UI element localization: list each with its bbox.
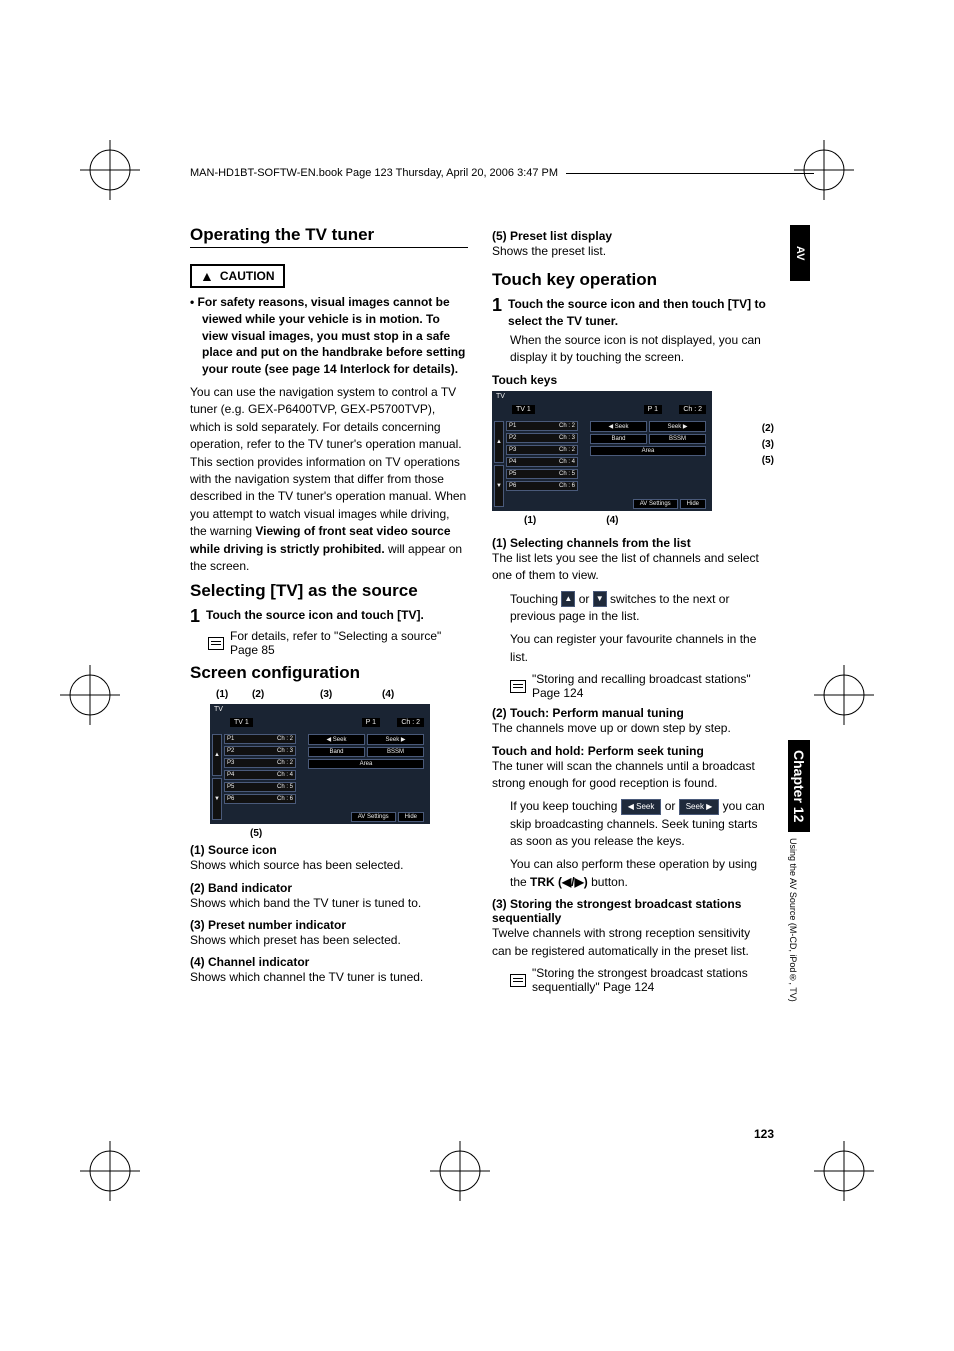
reference-link: "Storing the strongest broadcast station…	[492, 966, 770, 994]
heading-screen-config: Screen configuration	[190, 663, 468, 683]
tv-screen-mock: TV TV 1 P 1 Ch : 2 ▲▼ P1Ch : 2P2Ch : 3P3…	[210, 704, 430, 824]
side-tab-av: AV	[790, 225, 810, 281]
crop-mark	[60, 665, 120, 725]
reference-link: For details, refer to "Selecting a sourc…	[190, 629, 468, 657]
crop-mark	[814, 665, 874, 725]
figure-labels-bottom: (1) (4)	[492, 515, 742, 526]
step-1-right: 1 Touch the source icon and then touch […	[492, 296, 770, 330]
item-5-heading: (5) Preset list display	[492, 229, 770, 243]
header-text: MAN-HD1BT-SOFTW-EN.book Page 123 Thursda…	[190, 167, 558, 179]
item-text: Shows which channel the TV tuner is tune…	[190, 969, 468, 986]
chapter-tab: Chapter 12 Using the AV Source (M-CD, iP…	[788, 740, 810, 1002]
sec3-text: Twelve channels with strong reception se…	[492, 925, 770, 960]
page-ref-icon	[208, 637, 224, 650]
crop-mark	[430, 1141, 490, 1201]
item-text: Shows which band the TV tuner is tuned t…	[190, 895, 468, 912]
crop-mark	[814, 1141, 874, 1201]
page-number: 123	[754, 1127, 774, 1141]
caution-text: • For safety reasons, visual images cann…	[190, 294, 468, 378]
sec3-heading: (3) Storing the strongest broadcast stat…	[492, 897, 770, 925]
page-header: MAN-HD1BT-SOFTW-EN.book Page 123 Thursda…	[190, 167, 814, 179]
heading-operating-tv-tuner: Operating the TV tuner	[190, 225, 468, 248]
sec1-register: You can register your favourite channels…	[492, 631, 770, 666]
reference-link: "Storing and recalling broadcast station…	[492, 672, 770, 700]
item-5-text: Shows the preset list.	[492, 243, 770, 260]
warning-icon: ▲	[200, 268, 214, 284]
sec2b-trk: You can also perform these operation by …	[492, 856, 770, 891]
item-heading: (4) Channel indicator	[190, 955, 468, 969]
sec2b-keep: If you keep touching ◀ Seek or Seek ▶ yo…	[492, 798, 770, 850]
sec1-heading: (1) Selecting channels from the list	[492, 536, 770, 550]
step-1-sub: When the source icon is not displayed, y…	[492, 332, 770, 367]
page-down-icon: ▼	[593, 591, 607, 607]
sec1-touching: Touching ▲ or ▼ switches to the next or …	[492, 591, 770, 626]
touch-keys-label: Touch keys	[492, 373, 770, 387]
item-heading: (2) Band indicator	[190, 881, 468, 895]
figure-labels-right: (2) (3) (5)	[762, 421, 774, 469]
page-ref-icon	[510, 974, 526, 987]
sec2b-text: The tuner will scan the channels until a…	[492, 758, 770, 793]
page-ref-icon	[510, 680, 526, 693]
figure-label-bottom: (5)	[210, 828, 470, 839]
item-heading: (1) Source icon	[190, 843, 468, 857]
heading-touch-key-operation: Touch key operation	[492, 270, 770, 290]
sec2-heading: (2) Touch: Perform manual tuning	[492, 706, 770, 720]
page-up-icon: ▲	[561, 591, 575, 607]
sec2b-heading: Touch and hold: Perform seek tuning	[492, 744, 770, 758]
seek-left-button-icon: ◀ Seek	[621, 799, 662, 815]
caution-label: CAUTION	[220, 269, 275, 283]
item-text: Shows which source has been selected.	[190, 857, 468, 874]
seek-right-button-icon: Seek ▶	[679, 799, 720, 815]
tv-screen-mock: TV TV 1 P 1 Ch : 2 ▲▼ P1Ch : 2P2Ch : 3P3…	[492, 391, 712, 511]
left-column: Operating the TV tuner ▲ CAUTION • For s…	[190, 225, 468, 1000]
touch-keys-figure: TV TV 1 P 1 Ch : 2 ▲▼ P1Ch : 2P2Ch : 3P3…	[492, 391, 742, 526]
figure-labels-top: (1) (2) (3) (4)	[210, 689, 470, 700]
body-text: You can use the navigation system to con…	[190, 384, 468, 575]
heading-selecting-tv: Selecting [TV] as the source	[190, 581, 468, 601]
sec2-text: The channels move up or down step by ste…	[492, 720, 770, 737]
caution-box: ▲ CAUTION	[190, 264, 285, 288]
crop-mark	[80, 140, 140, 200]
screen-config-figure: (1) (2) (3) (4) TV TV 1 P 1 Ch : 2 ▲▼ P1…	[210, 689, 470, 839]
sec1-text: The list lets you see the list of channe…	[492, 550, 770, 585]
crop-mark	[80, 1141, 140, 1201]
item-text: Shows which preset has been selected.	[190, 932, 468, 949]
item-heading: (3) Preset number indicator	[190, 918, 468, 932]
step-1: 1 Touch the source icon and touch [TV].	[190, 607, 468, 625]
right-column: (5) Preset list display Shows the preset…	[492, 225, 770, 1000]
